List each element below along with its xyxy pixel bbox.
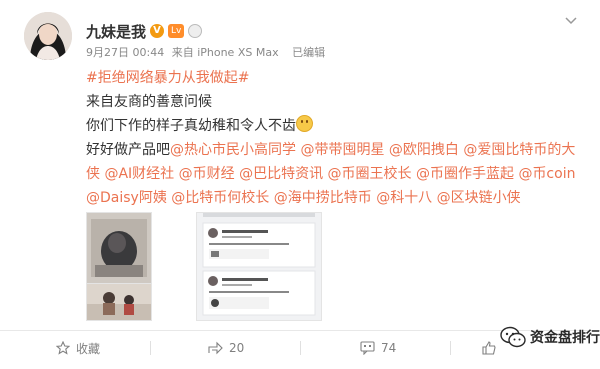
- favorite-button[interactable]: 收藏: [56, 338, 100, 358]
- mention-link[interactable]: @Daisy阿姨: [86, 190, 167, 206]
- weibo-post-card: 九妹是我 V Lv 9月27日 00:44 来自 iPhone XS Max 已…: [0, 0, 600, 369]
- share-button[interactable]: 20: [208, 338, 244, 358]
- level-badge-icon[interactable]: Lv: [168, 24, 185, 38]
- post-meta: 9月27日 00:44 来自 iPhone XS Max 已编辑: [86, 44, 329, 60]
- post-image-thumbnail[interactable]: [86, 212, 152, 284]
- edited-label[interactable]: 已编辑: [292, 46, 325, 59]
- smile-emoji-icon: [296, 115, 313, 132]
- post-timestamp[interactable]: 9月27日 00:44: [86, 46, 164, 59]
- avatar[interactable]: [24, 12, 72, 60]
- mention-link[interactable]: @海中捞比特币: [274, 190, 372, 206]
- topic-link[interactable]: #拒绝网络暴力从我做起#: [86, 70, 249, 86]
- user-name-row: 九妹是我 V Lv: [86, 20, 203, 42]
- favorite-label: 收藏: [76, 341, 101, 356]
- post-text: 好好做产品吧: [86, 142, 170, 158]
- post-image-thumbnail[interactable]: [196, 212, 322, 321]
- mention-link[interactable]: @币coin: [518, 166, 575, 182]
- chevron-down-icon: [565, 17, 577, 25]
- action-separator: [450, 341, 451, 355]
- post-text-mentions: 好好做产品吧@热心市民小高同学 @带带囤明星 @欧阳拽白 @爱囤比特币的大侠 @…: [86, 138, 586, 210]
- watermark-text: 资金盘排行: [530, 330, 600, 346]
- mention-link[interactable]: @币圈王校长: [328, 166, 412, 182]
- mention-link[interactable]: @热心市民小高同学: [170, 142, 296, 158]
- thumb-up-icon: [482, 341, 496, 355]
- mention-link[interactable]: @比特币何校长: [171, 190, 269, 206]
- mention-link[interactable]: @币财经: [179, 166, 235, 182]
- mention-link[interactable]: @科十八: [376, 190, 432, 206]
- share-icon: [208, 341, 223, 355]
- action-separator: [150, 341, 151, 355]
- wechat-icon: [500, 326, 526, 348]
- comment-button[interactable]: 74: [360, 338, 396, 358]
- post-source: 来自 iPhone XS Max: [171, 46, 279, 59]
- user-name[interactable]: 九妹是我: [86, 21, 146, 42]
- mention-link[interactable]: @巴比特资讯: [239, 166, 323, 182]
- mention-link[interactable]: @AI财经社: [104, 166, 174, 182]
- mention-link[interactable]: @区块链小侠: [437, 190, 521, 206]
- watermark: 资金盘排行: [500, 326, 600, 348]
- mention-link[interactable]: @欧阳拽白: [389, 142, 459, 158]
- medal-badge-icon[interactable]: [188, 24, 203, 38]
- share-count: 20: [229, 341, 245, 355]
- mention-link[interactable]: @带带囤明星: [300, 142, 384, 158]
- post-text: 你们下作的样子真幼稚和令人不齿: [86, 118, 296, 134]
- star-icon: [56, 341, 70, 355]
- comment-count: 74: [381, 341, 397, 355]
- post-content: #拒绝网络暴力从我做起# 来自友商的善意问候 你们下作的样子真幼稚和令人不齿 好…: [86, 66, 586, 210]
- more-options-button[interactable]: [564, 16, 578, 26]
- verified-badge-icon[interactable]: V: [150, 24, 165, 38]
- post-image-thumbnail[interactable]: [86, 283, 152, 321]
- action-separator: [300, 341, 301, 355]
- comment-icon: [360, 341, 375, 355]
- post-text-line: 来自友商的善意问候: [86, 94, 212, 110]
- post-text-line: 你们下作的样子真幼稚和令人不齿: [86, 114, 586, 138]
- mention-link[interactable]: @币圈作手蓝起: [416, 166, 514, 182]
- like-button[interactable]: [482, 338, 496, 358]
